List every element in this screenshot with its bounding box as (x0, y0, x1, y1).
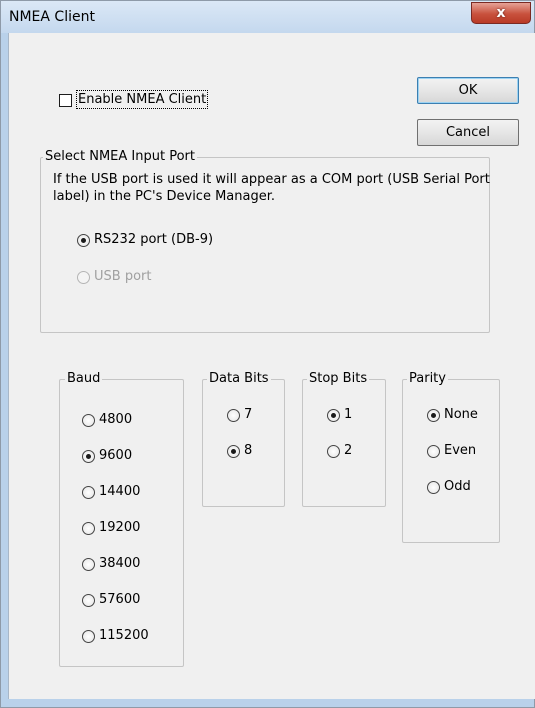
radio-baud-label: 115200 (99, 628, 149, 643)
radio-parity-indicator[interactable] (427, 409, 440, 422)
input-port-group: Select NMEA Input Port If the USB port i… (40, 149, 490, 333)
radio-data-bits-indicator[interactable] (227, 445, 240, 458)
radio-stop-bits-indicator[interactable] (327, 445, 340, 458)
radio-stop-bits-label: 1 (344, 407, 353, 422)
radio-parity-label: None (444, 407, 478, 422)
parity-group-label: Parity (407, 371, 448, 386)
stop-bits-group-label: Stop Bits (307, 371, 370, 386)
close-icon: x (496, 5, 506, 21)
radio-baud-indicator[interactable] (82, 594, 95, 607)
dialog-client-area: Enable NMEA Client OK Cancel Select NMEA… (8, 33, 535, 699)
radio-baud-indicator[interactable] (82, 414, 95, 427)
radio-baud-indicator[interactable] (82, 630, 95, 643)
data-bits-group-label: Data Bits (207, 371, 271, 386)
radio-baud-label: 38400 (99, 556, 141, 571)
radio-stop-bits-label: 2 (344, 443, 353, 458)
enable-nmea-client-checkbox[interactable]: Enable NMEA Client (59, 90, 239, 110)
radio-baud-indicator[interactable] (82, 522, 95, 535)
enable-checkbox-label: Enable NMEA Client (75, 90, 209, 109)
radio-rs232-label: RS232 port (DB-9) (94, 232, 214, 247)
radio-usb-label: USB port (94, 269, 152, 284)
baud-group-label: Baud (65, 371, 103, 386)
radio-parity-indicator[interactable] (427, 481, 440, 494)
cancel-button[interactable]: Cancel (417, 119, 519, 146)
radio-baud-indicator[interactable] (82, 486, 95, 499)
title-bar[interactable]: NMEA Client x (1, 1, 534, 33)
input-port-group-label: Select NMEA Input Port (43, 149, 197, 164)
radio-baud-indicator[interactable] (82, 450, 95, 463)
radio-usb-indicator (77, 271, 90, 284)
radio-data-bits-label: 7 (244, 407, 253, 422)
window-title: NMEA Client (9, 9, 95, 25)
radio-data-bits-label: 8 (244, 443, 253, 458)
radio-parity-label: Odd (444, 479, 471, 494)
radio-parity-label: Even (444, 443, 477, 458)
radio-baud-label: 9600 (99, 448, 133, 463)
radio-parity-indicator[interactable] (427, 445, 440, 458)
baud-group: Baud 4800 9600 14400 19200 38400 57600 1… (59, 371, 184, 667)
nmea-client-dialog: NMEA Client x Enable NMEA Client OK Canc… (0, 0, 535, 708)
parity-group: Parity None Even Odd (402, 371, 500, 543)
radio-baud-indicator[interactable] (82, 558, 95, 571)
radio-baud-label: 19200 (99, 520, 141, 535)
close-button[interactable]: x (471, 2, 531, 24)
stop-bits-group: Stop Bits 1 2 (302, 371, 386, 507)
ok-button[interactable]: OK (417, 77, 519, 104)
radio-baud-label: 57600 (99, 592, 141, 607)
radio-data-bits-indicator[interactable] (227, 409, 240, 422)
input-port-description: If the USB port is used it will appear a… (53, 172, 490, 204)
radio-baud-label: 4800 (99, 412, 133, 427)
data-bits-group: Data Bits 7 8 (202, 371, 285, 507)
enable-checkbox-box[interactable] (59, 94, 72, 107)
radio-rs232-indicator[interactable] (77, 234, 90, 247)
radio-baud-label: 14400 (99, 484, 141, 499)
radio-stop-bits-indicator[interactable] (327, 409, 340, 422)
